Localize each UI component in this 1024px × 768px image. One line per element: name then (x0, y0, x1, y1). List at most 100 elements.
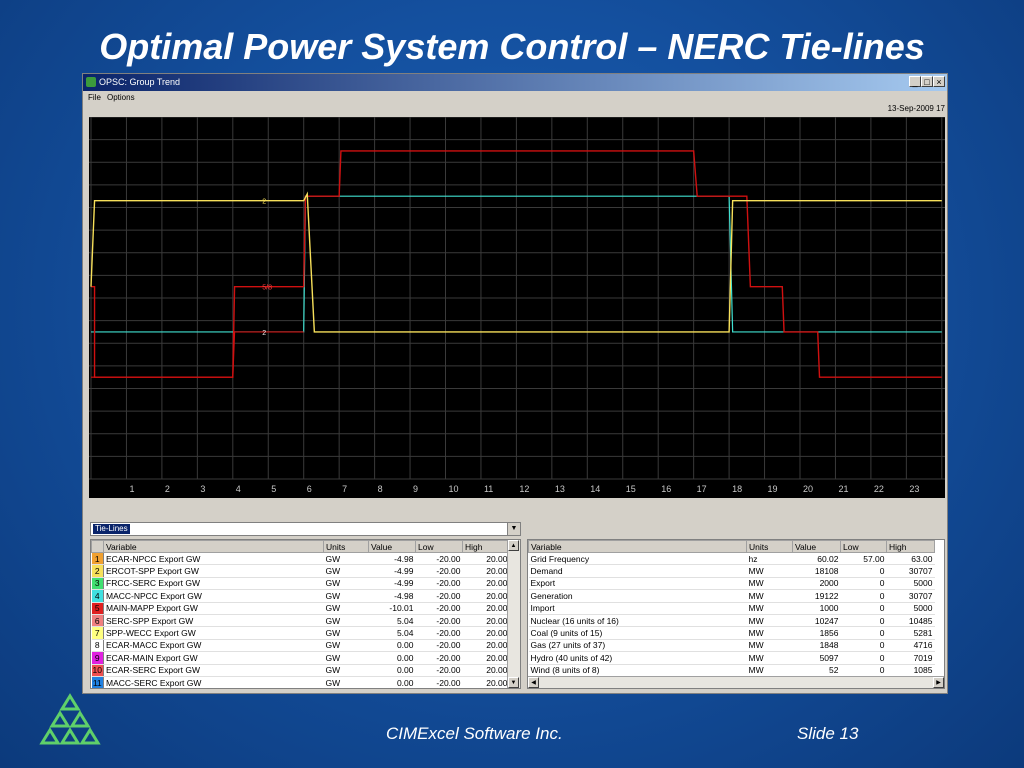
x-tick-label: 13 (555, 484, 565, 494)
row-index: 10 (91, 664, 104, 677)
table-row[interactable]: 2 ERCOT-SPP Export GW GW -4.99 -20.00 20.00 (91, 564, 510, 578)
low-cell: 0 (840, 614, 887, 628)
units-cell: MW (746, 626, 793, 640)
variable-cell: ECAR-NPCC Export GW (103, 552, 324, 566)
table-row[interactable]: Import MW 1000 0 5000 (528, 602, 935, 615)
table-row[interactable]: 3 FRCC-SERC Export GW GW -4.99 -20.00 20.00 (91, 577, 510, 591)
x-tick-label: 14 (590, 484, 600, 494)
variable-cell: FRCC-SERC Export GW (103, 577, 324, 591)
close-button[interactable]: × (933, 76, 945, 87)
col-low[interactable]: Low (415, 540, 463, 553)
scroll-up-icon[interactable]: ▲ (508, 540, 519, 551)
high-cell: 20.00 (462, 552, 510, 566)
low-cell: -20.00 (415, 651, 463, 665)
col-units[interactable]: Units (323, 540, 369, 553)
x-tick-label: 19 (768, 484, 778, 494)
series-marker-label: 5/8 (262, 285, 272, 292)
col-units[interactable]: Units (746, 540, 793, 553)
col-low[interactable]: Low (840, 540, 887, 553)
table-row[interactable]: 6 SERC-SPP Export GW GW 5.04 -20.00 20.00 (91, 614, 510, 628)
x-tick-label: 5 (271, 484, 276, 494)
scroll-left-icon[interactable]: ◀ (528, 677, 539, 688)
table-row[interactable]: Gas (27 units of 37) MW 1848 0 4716 (528, 639, 935, 653)
table-row[interactable]: Demand MW 18108 0 30707 (528, 564, 935, 578)
table-row[interactable]: 11 MACC-SERC Export GW GW 0.00 -20.00 20.00 (91, 676, 510, 688)
variable-cell: Demand (528, 564, 747, 578)
x-tick-label: 12 (519, 484, 529, 494)
row-index: 5 (91, 602, 104, 615)
value-cell: 0.00 (368, 664, 416, 677)
trend-chart[interactable]: 1 2 3 4 5 6 7 8 9 10 11 12 13 14 15 16 17 18 19 20 21 22 23 2 5/… (89, 117, 945, 498)
units-cell: MW (746, 664, 793, 677)
col-variable[interactable]: Variable (103, 540, 324, 553)
menu-bar: File Options (83, 91, 947, 105)
x-tick-label: 9 (413, 484, 418, 494)
table-row[interactable]: Grid Frequency hz 60.02 57.00 63.00 (528, 552, 935, 566)
table-row[interactable]: 5 MAIN-MAPP Export GW GW -10.01 -20.00 20.00 (91, 602, 510, 615)
table-row[interactable]: Hydro (40 units of 42) MW 5097 0 7019 (528, 651, 935, 665)
row-index: 1 (91, 552, 104, 566)
right-table-hscrollbar[interactable]: ◀ ▶ (528, 676, 944, 688)
chevron-down-icon[interactable]: ▼ (507, 523, 520, 535)
col-high[interactable]: High (886, 540, 935, 553)
table-row[interactable]: 8 ECAR-MACC Export GW GW 0.00 -20.00 20.00 (91, 639, 510, 653)
value-cell: 1848 (792, 639, 841, 653)
units-cell: MW (746, 577, 793, 591)
value-cell: 0.00 (368, 676, 416, 688)
table-row[interactable]: Nuclear (16 units of 16) MW 10247 0 10485 (528, 614, 935, 628)
high-cell: 5000 (886, 577, 935, 591)
table-row[interactable]: Export MW 2000 0 5000 (528, 577, 935, 591)
scroll-down-icon[interactable]: ▼ (508, 677, 519, 688)
high-cell: 20.00 (462, 589, 510, 603)
minimize-button[interactable]: _ (909, 76, 921, 87)
series-marker-label: 2 (262, 330, 266, 337)
col-high[interactable]: High (462, 540, 510, 553)
menu-options[interactable]: Options (107, 91, 135, 105)
row-index: 8 (91, 639, 104, 653)
app-icon (86, 77, 96, 87)
variable-cell: ERCOT-SPP Export GW (103, 564, 324, 578)
row-index: 3 (91, 577, 104, 591)
x-tick-label: 21 (838, 484, 848, 494)
table-row[interactable]: 4 MACC-NPCC Export GW GW -4.98 -20.00 20.00 (91, 589, 510, 603)
window-title: OPSC: Group Trend (99, 77, 181, 87)
left-table-scrollbar[interactable]: ▲ ▼ (507, 540, 520, 688)
group-select[interactable]: Tie-Lines ▼ (90, 522, 521, 536)
table-row[interactable]: 10 ECAR-SERC Export GW GW 0.00 -20.00 20.00 (91, 664, 510, 677)
units-cell: GW (323, 676, 369, 688)
window-titlebar[interactable]: OPSC: Group Trend _ □ × (83, 74, 947, 91)
value-cell: 5.04 (368, 614, 416, 628)
maximize-button[interactable]: □ (921, 76, 933, 87)
units-cell: MW (746, 564, 793, 578)
menu-file[interactable]: File (88, 91, 101, 105)
table-row[interactable]: Coal (9 units of 15) MW 1856 0 5281 (528, 626, 935, 640)
variable-cell: ECAR-MAIN Export GW (103, 651, 324, 665)
table-row[interactable]: 7 SPP-WECC Export GW GW 5.04 -20.00 20.00 (91, 626, 510, 640)
table-row[interactable]: Generation MW 19122 0 30707 (528, 589, 935, 603)
low-cell: -20.00 (415, 564, 463, 578)
col-variable[interactable]: Variable (528, 540, 747, 553)
value-cell: 1856 (792, 626, 841, 640)
variable-cell: ECAR-MACC Export GW (103, 639, 324, 653)
row-index: 4 (91, 589, 104, 603)
low-cell: -20.00 (415, 626, 463, 640)
low-cell: 0 (840, 564, 887, 578)
table-row[interactable]: 1 ECAR-NPCC Export GW GW -4.98 -20.00 20.00 (91, 552, 510, 566)
variable-cell: SPP-WECC Export GW (103, 626, 324, 640)
scroll-right-icon[interactable]: ▶ (933, 677, 944, 688)
value-cell: 5097 (792, 651, 841, 665)
value-cell: 18108 (792, 564, 841, 578)
col-value[interactable]: Value (368, 540, 416, 553)
low-cell: -20.00 (415, 602, 463, 615)
value-cell: -4.99 (368, 577, 416, 591)
units-cell: GW (323, 589, 369, 603)
table-row[interactable]: Wind (8 units of 8) MW 52 0 1085 (528, 664, 935, 677)
footer-company: CIMExcel Software Inc. (386, 724, 563, 743)
col-value[interactable]: Value (792, 540, 841, 553)
x-tick-label: 7 (342, 484, 347, 494)
low-cell: 0 (840, 577, 887, 591)
right-variable-table: Variable Units Value Low High Grid Frequ… (527, 539, 945, 689)
high-cell: 30707 (886, 589, 935, 603)
table-row[interactable]: 9 ECAR-MAIN Export GW GW 0.00 -20.00 20.00 (91, 651, 510, 665)
footer-slide-number: Slide 13 (797, 724, 859, 743)
